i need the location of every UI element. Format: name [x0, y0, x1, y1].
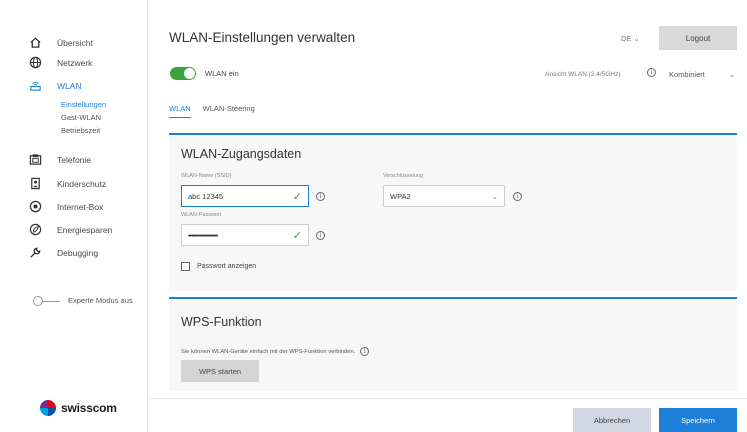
wrench-icon [28, 245, 43, 260]
wps-description: Sie können WLAN-Geräte einfach mit der W… [181, 347, 370, 356]
sidebar-item-label: Kinderschutz [57, 178, 107, 189]
chevron-down-icon: ⌄ [491, 191, 498, 201]
password-value: •••••••••••••••••• [188, 230, 218, 240]
sidebar-item-label: Netzwerk [57, 57, 93, 68]
show-password-label: Passwort anzeigen [197, 263, 257, 270]
page-title: WLAN-Einstellungen verwalten [169, 30, 356, 45]
show-password-checkbox[interactable]: Passwort anzeigen [181, 262, 256, 271]
child-protection-icon [28, 176, 43, 191]
sidebar-subitem-guest-wlan[interactable]: Gast-WLAN [61, 113, 101, 122]
logout-button[interactable]: Logout [659, 26, 737, 50]
panel-title: WLAN-Zugangsdaten [181, 147, 302, 161]
view-select[interactable]: Kombiniert ⌄ [665, 64, 739, 84]
sidebar-item-child-protection[interactable]: Kinderschutz [28, 176, 106, 191]
wlan-toggle-label: WLAN ein [205, 69, 239, 78]
sidebar-item-debugging[interactable]: Debugging [28, 245, 98, 260]
language-selector[interactable]: DE ⌄ [621, 34, 640, 43]
sidebar-item-label: Telefonie [57, 154, 92, 165]
password-label: WLAN-Passwort [181, 212, 222, 218]
save-button[interactable]: Speichern [659, 408, 737, 432]
wifi-router-icon [28, 78, 43, 93]
sidebar-item-network[interactable]: Netzwerk [28, 55, 92, 70]
ssid-input[interactable]: abc 12345 ✓ [181, 185, 309, 207]
wlan-credentials-panel: WLAN-Zugangsdaten WLAN-Name (SSID) abc 1… [169, 133, 737, 291]
globe-icon [28, 55, 43, 70]
sidebar-item-telephony[interactable]: Telefonie [28, 152, 91, 167]
sidebar-item-label: Debugging [57, 247, 99, 258]
wps-panel: WPS-Funktion Sie können WLAN-Geräte einf… [169, 297, 737, 391]
swisscom-logo: swisscom [40, 400, 117, 416]
info-icon[interactable]: i [647, 68, 656, 77]
sidebar: Übersicht Netzwerk WLAN Einstellungen Ga… [0, 0, 148, 432]
view-select-value: Kombiniert [669, 69, 705, 79]
sidebar-item-label: WLAN [57, 80, 82, 91]
info-icon[interactable]: i [360, 347, 370, 356]
tab-bar: WLAN WLAN-Steering [169, 104, 267, 118]
toggle-switch-icon [33, 295, 61, 306]
panel-title: WPS-Funktion [181, 315, 262, 329]
encryption-value: WPA2 [390, 191, 411, 201]
password-input[interactable]: •••••••••••••••••• ✓ [181, 224, 309, 246]
swisscom-logo-icon [40, 400, 56, 416]
info-icon[interactable]: i [513, 192, 522, 201]
tab-wlan[interactable]: WLAN [169, 104, 191, 118]
checkbox-icon [181, 262, 190, 271]
cancel-button[interactable]: Abbrechen [573, 408, 651, 432]
wlan-toggle-group: WLAN ein [170, 67, 239, 80]
toggle-knob [184, 68, 195, 79]
sidebar-item-label: Energiesparen [57, 224, 113, 235]
logo-text: swisscom [61, 401, 117, 415]
sidebar-subitem-operating-time[interactable]: Betriebszeit [61, 126, 100, 135]
wps-description-text: Sie können WLAN-Geräte einfach mit der W… [181, 348, 356, 355]
view-label: Ansicht WLAN (2.4/5GHz) [545, 71, 621, 78]
wps-start-button[interactable]: WPS starten [181, 360, 259, 382]
home-icon [28, 35, 43, 50]
expert-mode-toggle[interactable]: Experte Modus aus [33, 295, 133, 306]
sidebar-item-energy-saving[interactable]: Energiesparen [28, 222, 112, 237]
sidebar-item-label: Internet-Box [57, 201, 104, 212]
sidebar-item-internet-box[interactable]: Internet-Box [28, 199, 103, 214]
main-content: WLAN-Einstellungen verwalten DE ⌄ Logout… [149, 0, 747, 432]
encryption-select[interactable]: WPA2 ⌄ [383, 185, 505, 207]
info-icon[interactable]: i [316, 192, 325, 201]
ssid-label: WLAN-Name (SSID) [181, 173, 232, 179]
language-value: DE [621, 34, 632, 43]
tab-wlan-steering[interactable]: WLAN-Steering [203, 104, 255, 118]
chevron-down-icon: ⌄ [728, 69, 735, 79]
sidebar-item-label: Übersicht [57, 37, 93, 48]
energy-icon [28, 222, 43, 237]
phone-icon [28, 152, 43, 167]
expert-mode-label: Experte Modus aus [68, 296, 133, 305]
footer-bar: Abbrechen Speichern [149, 398, 747, 432]
sidebar-item-wlan[interactable]: WLAN [28, 78, 82, 93]
box-icon [28, 199, 43, 214]
checkmark-icon: ✓ [292, 229, 302, 242]
info-icon[interactable]: i [316, 231, 325, 240]
chevron-down-icon: ⌄ [633, 34, 640, 43]
wlan-toggle[interactable] [170, 67, 196, 80]
sidebar-subitem-settings[interactable]: Einstellungen [61, 100, 106, 109]
checkmark-icon: ✓ [292, 190, 302, 203]
sidebar-item-overview[interactable]: Übersicht [28, 35, 93, 50]
ssid-value: abc 12345 [188, 191, 224, 201]
encryption-label: Verschlüsselung [383, 173, 424, 179]
